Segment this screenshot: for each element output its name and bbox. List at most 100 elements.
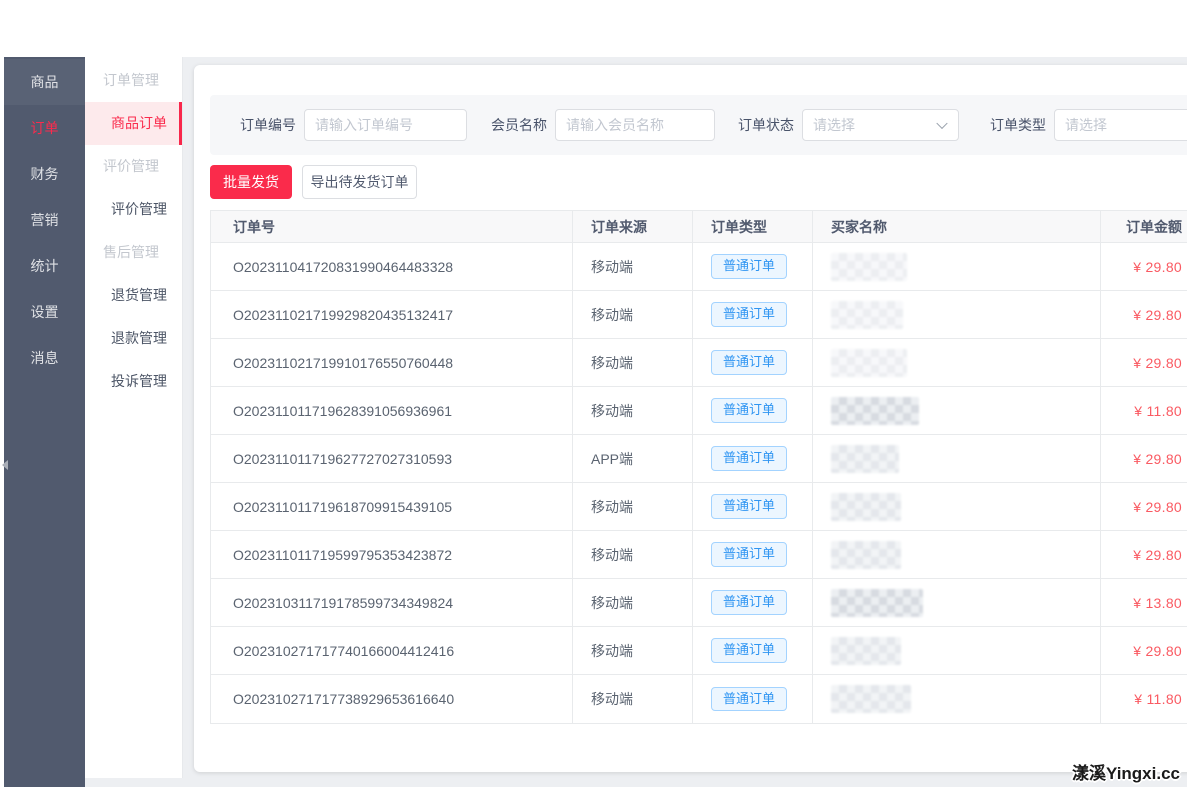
- order-type-cell: 普通订单: [693, 243, 813, 290]
- order-source-cell: 移动端: [573, 339, 693, 386]
- buyer-name-cell: [813, 291, 1101, 338]
- sidebar-item-5[interactable]: 统计: [4, 243, 85, 289]
- order-amount-value: ¥ 29.80: [1133, 451, 1182, 467]
- submenu-item-2[interactable]: 商品订单: [85, 102, 182, 145]
- submenu-item-8[interactable]: 投诉管理: [85, 360, 182, 403]
- secondary-sidebar: 订单管理商品订单评价管理评价管理售后管理退货管理退款管理投诉管理: [85, 57, 183, 778]
- buyer-name-masked: [831, 445, 899, 473]
- table-row: O202311011719618709915439105移动端普通订单¥ 29.…: [211, 483, 1187, 531]
- buyer-name-masked: [831, 301, 903, 329]
- buyer-name-cell: [813, 243, 1101, 290]
- table-row: O202311021719910176550760448移动端普通订单¥ 29.…: [211, 339, 1187, 387]
- buyer-name-cell: [813, 675, 1101, 723]
- primary-sidebar: 商品订单财务营销统计设置消息: [4, 57, 85, 787]
- buyer-name-masked: [831, 541, 901, 569]
- order-type-badge: 普通订单: [711, 494, 787, 519]
- batch-ship-button[interactable]: 批量发货: [210, 165, 292, 199]
- column-header-1: 订单号: [211, 211, 573, 242]
- order-amount-cell: ¥ 29.80: [1101, 291, 1187, 338]
- order-amount-cell: ¥ 13.80: [1101, 579, 1187, 626]
- order-type-cell: 普通订单: [693, 531, 813, 578]
- order-amount-cell: ¥ 29.80: [1101, 531, 1187, 578]
- order-type-badge: 普通订单: [711, 687, 787, 712]
- sidebar-item-7[interactable]: 消息: [4, 335, 85, 381]
- buyer-name-cell: [813, 435, 1101, 482]
- order-type-badge: 普通订单: [711, 302, 787, 327]
- content-card: 订单编号会员名称订单状态订单类型 批量发货 导出待发货订单 订单号订单来源订单类…: [194, 65, 1187, 772]
- orders-table-body: O202311041720831990464483328移动端普通订单¥ 29.…: [211, 243, 1187, 723]
- order-no-filter[interactable]: [304, 109, 467, 141]
- order-type-cell: 普通订单: [693, 579, 813, 626]
- app-root: 漾溪 商家版 YingXi 商品订单财务营销统计设置消息 订单管理商品订单评价管…: [0, 0, 1187, 787]
- order-amount-cell: ¥ 29.80: [1101, 435, 1187, 482]
- order-source-cell: 移动端: [573, 579, 693, 626]
- order-type-badge: 普通订单: [711, 254, 787, 279]
- order-no-cell: O202310271717738929653616640: [211, 675, 573, 723]
- submenu-group-title-5: 售后管理: [85, 231, 182, 274]
- toolbar: 批量发货 导出待发货订单: [210, 165, 417, 199]
- submenu-group-title-3: 评价管理: [85, 145, 182, 188]
- order-amount-cell: ¥ 11.80: [1101, 387, 1187, 434]
- export-pending-orders-button[interactable]: 导出待发货订单: [302, 165, 417, 199]
- order-source-cell: 移动端: [573, 675, 693, 723]
- order-type-cell: 普通订单: [693, 291, 813, 338]
- order-status-filter[interactable]: [802, 109, 959, 141]
- collapse-arrow-icon: [2, 460, 8, 470]
- buyer-name-cell: [813, 627, 1101, 674]
- order-status-filter-field: [802, 109, 959, 141]
- order-no-filter-group: 订单编号: [240, 95, 467, 155]
- table-row: O202311041720831990464483328移动端普通订单¥ 29.…: [211, 243, 1187, 291]
- sidebar-collapse-handle[interactable]: [0, 456, 10, 474]
- order-amount-cell: ¥ 29.80: [1101, 339, 1187, 386]
- order-amount-value: ¥ 29.80: [1133, 499, 1182, 515]
- buyer-name-cell: [813, 483, 1101, 530]
- buyer-name-cell: [813, 339, 1101, 386]
- order-amount-value: ¥ 29.80: [1133, 259, 1182, 275]
- sidebar-item-6[interactable]: 设置: [4, 289, 85, 335]
- sidebar-item-4[interactable]: 营销: [4, 197, 85, 243]
- order-no-cell: O202311021719929820435132417: [211, 291, 573, 338]
- order-type-cell: 普通订单: [693, 483, 813, 530]
- member-name-filter-label: 会员名称: [491, 115, 547, 135]
- order-source-cell: 移动端: [573, 531, 693, 578]
- order-type-filter-field: [1054, 109, 1187, 141]
- member-name-filter[interactable]: [555, 109, 715, 141]
- sidebar-item-3[interactable]: 财务: [4, 151, 85, 197]
- column-header-2: 订单来源: [573, 211, 693, 242]
- buyer-name-cell: [813, 579, 1101, 626]
- order-type-cell: 普通订单: [693, 435, 813, 482]
- submenu-item-4[interactable]: 评价管理: [85, 188, 182, 231]
- filter-bar: 订单编号会员名称订单状态订单类型: [210, 95, 1187, 155]
- order-no-cell: O202310311719178599734349824: [211, 579, 573, 626]
- order-no-cell: O202311041720831990464483328: [211, 243, 573, 290]
- order-source-cell: 移动端: [573, 387, 693, 434]
- submenu-item-7[interactable]: 退款管理: [85, 317, 182, 360]
- table-row: O202310311719178599734349824移动端普通订单 ¥ 13.…: [211, 579, 1187, 627]
- order-type-cell: 普通订单: [693, 339, 813, 386]
- member-name-filter-field: [555, 109, 715, 141]
- buyer-name-masked: [831, 589, 923, 617]
- order-amount-cell: ¥ 29.80: [1101, 483, 1187, 530]
- order-type-filter[interactable]: [1054, 109, 1187, 141]
- sidebar-item-2[interactable]: 订单: [4, 105, 85, 151]
- order-type-cell: 普通订单: [693, 675, 813, 723]
- table-row: O202311011719628391056936961移动端普通订单¥ 11.…: [211, 387, 1187, 435]
- order-amount-value: ¥ 13.80: [1133, 595, 1182, 611]
- order-type-cell: 普通订单: [693, 627, 813, 674]
- order-amount-value: ¥ 11.80: [1134, 691, 1182, 707]
- buyer-name-masked: [831, 349, 907, 377]
- order-no-cell: O202311011719627727027310593: [211, 435, 573, 482]
- order-source-cell: 移动端: [573, 627, 693, 674]
- submenu-item-6[interactable]: 退货管理: [85, 274, 182, 317]
- order-no-filter-field: [304, 109, 467, 141]
- order-amount-cell: ¥ 29.80: [1101, 627, 1187, 674]
- order-no-cell: O202311011719628391056936961: [211, 387, 573, 434]
- table-row: O202311011719599795353423872移动端普通订单¥ 29.…: [211, 531, 1187, 579]
- order-source-cell: 移动端: [573, 291, 693, 338]
- order-amount-value: ¥ 29.80: [1133, 643, 1182, 659]
- orders-table: 订单号订单来源订单类型买家名称订单金额 O2023110417208319904…: [210, 210, 1187, 724]
- top-band: [0, 0, 1187, 57]
- sidebar-item-1[interactable]: 商品: [4, 59, 85, 105]
- order-type-filter-label: 订单类型: [990, 115, 1046, 135]
- buyer-name-masked: [831, 253, 907, 281]
